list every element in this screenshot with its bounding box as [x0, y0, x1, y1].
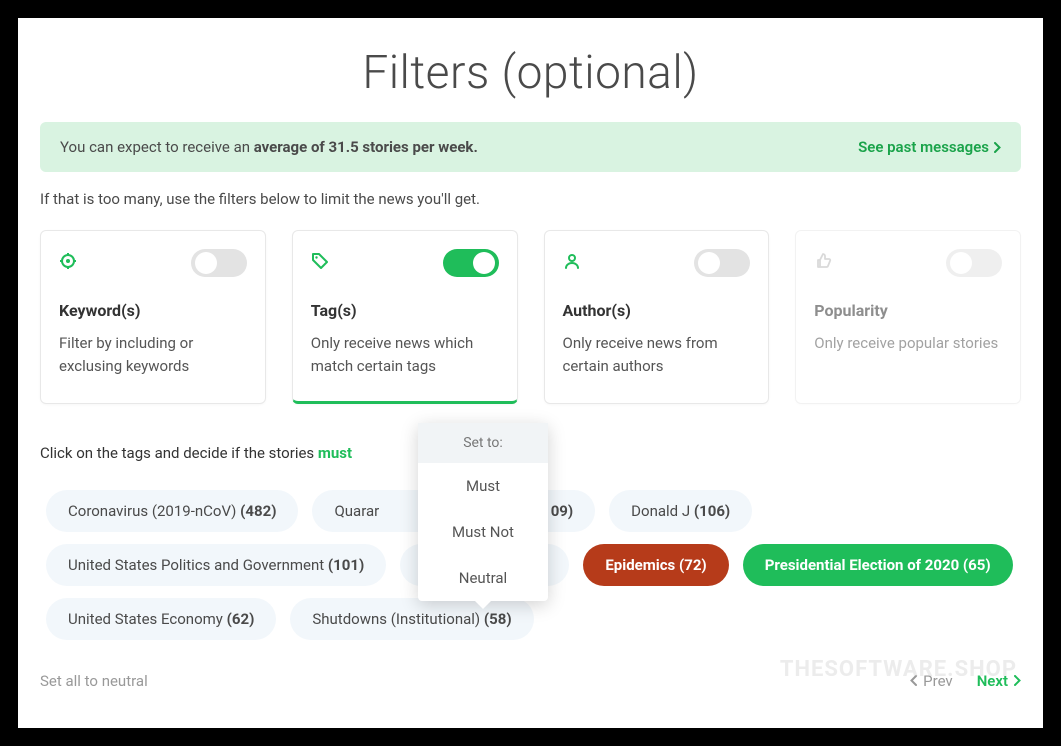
thumbs-up-icon: [814, 252, 832, 274]
card-keywords-desc: Filter by including or exclusing keyword…: [59, 332, 247, 379]
banner-bold: average of 31.5 stories per week.: [254, 138, 478, 156]
popover-must[interactable]: Must: [418, 463, 548, 509]
popover-must-not[interactable]: Must Not: [418, 509, 548, 555]
tag-coronavirus[interactable]: Coronavirus (2019-nCoV) (482): [46, 490, 298, 532]
tag-us-economy[interactable]: United States Economy (62): [46, 598, 276, 640]
nav-buttons: Prev Next: [910, 672, 1021, 690]
card-tags-desc: Only receive news which match certain ta…: [311, 332, 499, 379]
see-past-messages-link[interactable]: See past messages: [858, 138, 1001, 156]
tag-state-popover: Set to: Must Must Not Neutral: [418, 423, 548, 601]
card-popularity-title: Popularity: [814, 301, 1002, 320]
card-tags-title: Tag(s): [311, 301, 499, 320]
next-label: Next: [977, 672, 1008, 690]
card-authors-desc: Only receive news from certain authors: [563, 332, 751, 379]
chevron-right-icon: [1014, 675, 1021, 686]
chevron-right-icon: [994, 142, 1001, 153]
person-icon: [563, 252, 581, 274]
banner-prefix: You can expect to receive an: [60, 138, 254, 156]
card-keywords-title: Keyword(s): [59, 301, 247, 320]
popover-neutral[interactable]: Neutral: [418, 555, 548, 601]
chevron-left-icon: [910, 675, 917, 686]
modal-frame: Filters (optional) You can expect to rec…: [18, 18, 1043, 728]
tag-presidential-election[interactable]: Presidential Election of 2020 (65): [743, 544, 1013, 586]
toggle-keywords[interactable]: [191, 249, 247, 277]
tag-epidemics[interactable]: Epidemics (72): [583, 544, 728, 586]
footer: Set all to neutral Prev Next: [40, 668, 1021, 690]
info-banner: You can expect to receive an average of …: [40, 122, 1021, 172]
toggle-tags[interactable]: [443, 249, 499, 277]
toggle-popularity[interactable]: [946, 249, 1002, 277]
target-icon: [59, 252, 77, 274]
prev-label: Prev: [923, 672, 953, 690]
card-authors-title: Author(s): [563, 301, 751, 320]
tag-icon: [311, 252, 329, 274]
card-authors[interactable]: Author(s) Only receive news from certain…: [544, 230, 770, 404]
popover-header: Set to:: [418, 423, 548, 463]
toggle-authors[interactable]: [694, 249, 750, 277]
card-popularity[interactable]: Popularity Only receive popular stories: [795, 230, 1021, 404]
set-all-neutral-button[interactable]: Set all to neutral: [40, 672, 148, 690]
subtext: If that is too many, use the filters bel…: [40, 190, 1021, 208]
tag-shutdowns[interactable]: Shutdowns (Institutional) (58): [290, 598, 533, 640]
tag-donald-j[interactable]: Donald J (106): [609, 490, 752, 532]
tag-us-politics[interactable]: United States Politics and Government (1…: [46, 544, 386, 586]
banner-link-label: See past messages: [858, 138, 989, 156]
must-word: must: [318, 444, 352, 462]
page-title: Filters (optional): [40, 46, 1021, 100]
banner-text: You can expect to receive an average of …: [60, 138, 478, 156]
card-popularity-desc: Only receive popular stories: [814, 332, 1002, 355]
card-keywords[interactable]: Keyword(s) Filter by including or exclus…: [40, 230, 266, 404]
prev-button[interactable]: Prev: [910, 672, 953, 690]
card-tags[interactable]: Tag(s) Only receive news which match cer…: [292, 230, 518, 404]
next-button[interactable]: Next: [977, 672, 1021, 690]
filter-cards: Keyword(s) Filter by including or exclus…: [40, 230, 1021, 404]
